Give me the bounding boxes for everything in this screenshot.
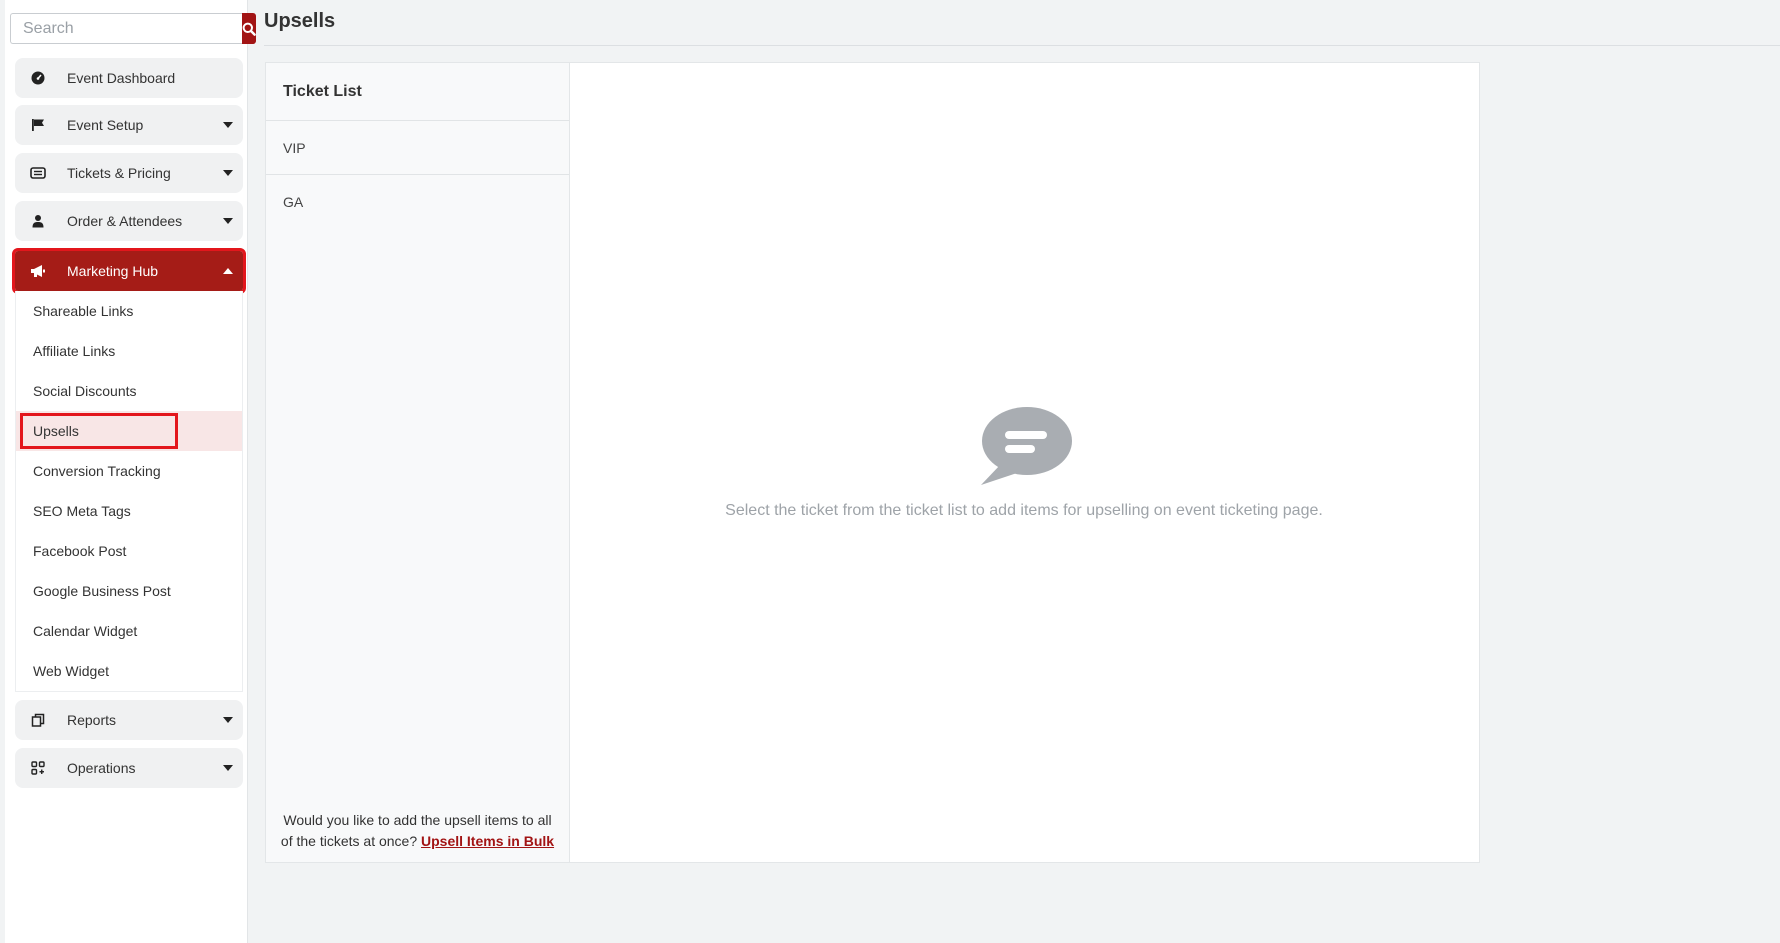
copy-icon [29,711,47,729]
nav-reports[interactable]: Reports [15,700,243,740]
caret-down-icon [223,218,233,224]
search-bar [10,13,256,44]
bulk-upsell-note: Would you like to add the upsell items t… [276,810,559,852]
ticket-row-vip[interactable]: VIP [266,121,569,175]
caret-down-icon [223,170,233,176]
submenu-facebook-post[interactable]: Facebook Post [16,531,242,571]
submenu-shareable-links[interactable]: Shareable Links [16,291,242,331]
marketing-submenu: Shareable Links Affiliate Links Social D… [15,291,243,692]
nav-label: Reports [67,712,117,728]
nav-label: Event Setup [67,117,144,133]
ticket-icon [29,164,47,182]
submenu-upsells[interactable]: Upsells [16,411,242,451]
caret-down-icon [223,765,233,771]
submenu-calendar-widget[interactable]: Calendar Widget [16,611,242,651]
caret-up-icon [223,268,233,274]
nav-label: Event Dashboard [67,70,176,86]
nav-operations[interactable]: Operations [15,748,243,788]
caret-down-icon [223,122,233,128]
submenu-affiliate-links[interactable]: Affiliate Links [16,331,242,371]
chat-bubble-icon [981,407,1072,485]
nav-label: Tickets & Pricing [67,165,171,181]
submenu-social-discounts[interactable]: Social Discounts [16,371,242,411]
flag-icon [29,116,47,134]
ticket-list-header: Ticket List [266,63,569,121]
nav-tickets-pricing[interactable]: Tickets & Pricing [15,153,243,193]
ticket-row-ga[interactable]: GA [266,175,569,228]
nav-event-setup[interactable]: Event Setup [15,105,243,145]
page-title: Upsells [264,10,336,32]
apps-add-icon [29,759,47,777]
caret-down-icon [223,717,233,723]
submenu-google-business-post[interactable]: Google Business Post [16,571,242,611]
dashboard-gauge-icon [29,69,47,87]
nav-order-attendees[interactable]: Order & Attendees [15,201,243,241]
search-icon [242,22,256,36]
submenu-web-widget[interactable]: Web Widget [16,651,242,691]
submenu-seo-meta-tags[interactable]: SEO Meta Tags [16,491,242,531]
empty-state-message: Select the ticket from the ticket list t… [725,502,1323,519]
megaphone-icon [29,262,47,280]
upsells-panel: Ticket List VIP GA Would you like to add… [265,62,1480,863]
search-button[interactable] [242,13,256,44]
nav-marketing-hub[interactable]: Marketing Hub [12,248,246,294]
search-input[interactable] [10,13,242,44]
submenu-conversion-tracking[interactable]: Conversion Tracking [16,451,242,491]
user-icon [29,212,47,230]
ticket-list: Ticket List VIP GA Would you like to add… [266,63,570,862]
empty-state: Select the ticket from the ticket list t… [569,63,1479,862]
sidebar: Event Dashboard Event Setup Tickets & Pr… [5,0,256,943]
nav-label: Operations [67,760,136,776]
nav-event-dashboard[interactable]: Event Dashboard [15,58,243,98]
upsell-bulk-link[interactable]: Upsell Items in Bulk [421,833,554,849]
nav-label: Order & Attendees [67,213,183,229]
nav-label: Marketing Hub [67,263,159,279]
title-divider [264,45,1780,46]
